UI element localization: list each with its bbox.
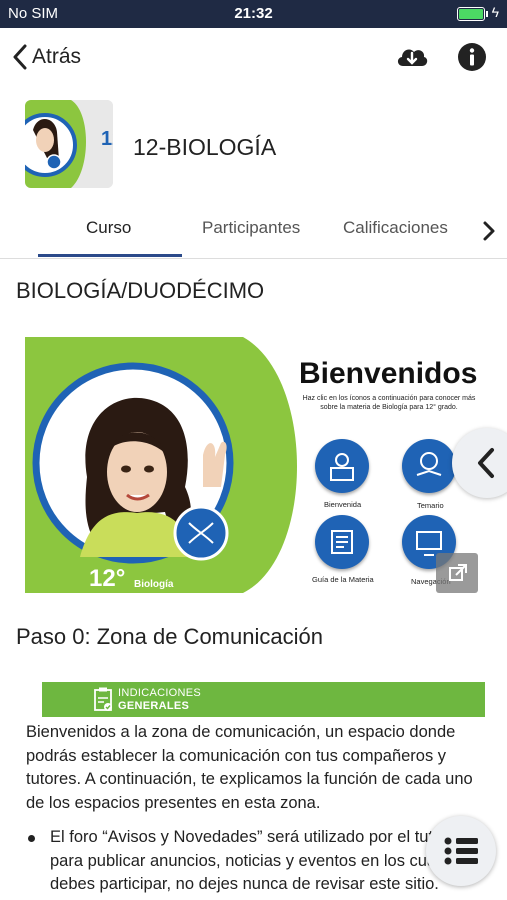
cloud-download-icon[interactable] [395, 42, 429, 72]
external-link-icon [449, 564, 467, 581]
indications-line2: GENERALES [118, 700, 190, 712]
active-tab-indicator [38, 254, 182, 257]
course-title: 12-BIOLOGÍA [133, 134, 277, 160]
thumbnail-grade: 12 [101, 128, 113, 150]
battery-icon [457, 7, 488, 21]
list-item-text: El foro “Avisos y Novedades” será utiliz… [50, 828, 458, 893]
chevron-left-icon [478, 448, 494, 478]
back-button[interactable]: Atrás [12, 44, 81, 70]
course-thumbnail: 12 [25, 100, 113, 188]
list-icon [444, 837, 478, 865]
bullet-dot [28, 835, 35, 842]
bienvenida-button[interactable] [315, 439, 369, 493]
person-computer-icon [330, 453, 354, 481]
bienvenida-label: Bienvenida [324, 500, 362, 509]
charging-icon: ϟ [491, 4, 499, 20]
banner-welcome: Bienvenidos [299, 357, 478, 390]
book-globe-icon [416, 452, 442, 476]
back-label: Atrás [32, 45, 82, 68]
guia-materia-label: Guía de la Materia [312, 575, 374, 584]
tab-calificaciones[interactable]: Calificaciones [343, 218, 448, 238]
section-title: BIOLOGÍA/DUODÉCIMO [16, 278, 265, 303]
guide-book-icon [331, 530, 353, 554]
banner-grade-subject: Biología [134, 579, 174, 590]
tab-participantes[interactable]: Participantes [202, 218, 300, 238]
status-bar: No SIM 21:32 ϟ [0, 0, 507, 28]
course-index-button[interactable] [426, 816, 496, 886]
tab-curso[interactable]: Curso [86, 218, 131, 238]
expand-image-button[interactable] [436, 553, 478, 593]
clipboard-check-icon [94, 687, 112, 711]
clock: 21:32 [234, 5, 273, 22]
temario-button[interactable] [402, 439, 456, 493]
chevron-left-icon [13, 44, 27, 70]
guia-materia-button[interactable] [315, 515, 369, 569]
welcome-banner: Bienvenidos Haz clic en los íconos a con… [25, 337, 482, 593]
chevron-right-icon[interactable] [482, 220, 496, 242]
info-icon[interactable] [457, 42, 487, 72]
tab-bar: Curso Participantes Calificaciones [0, 206, 507, 259]
banner-grade: 12° [89, 565, 126, 592]
course-header: 12 12-BIOLOGÍA [0, 100, 507, 190]
banner-subtitle: Haz clic en los íconos a continuación pa… [302, 395, 476, 411]
indications-line1: INDICACIONES [118, 687, 202, 699]
nav-bar: Atrás [0, 28, 507, 90]
side-panel-toggle[interactable] [452, 428, 507, 498]
step-title: Paso 0: Zona de Comunicación [16, 624, 323, 649]
intro-paragraph: Bienvenidos a la zona de comunicación, u… [26, 723, 473, 812]
temario-label: Temario [417, 501, 444, 510]
